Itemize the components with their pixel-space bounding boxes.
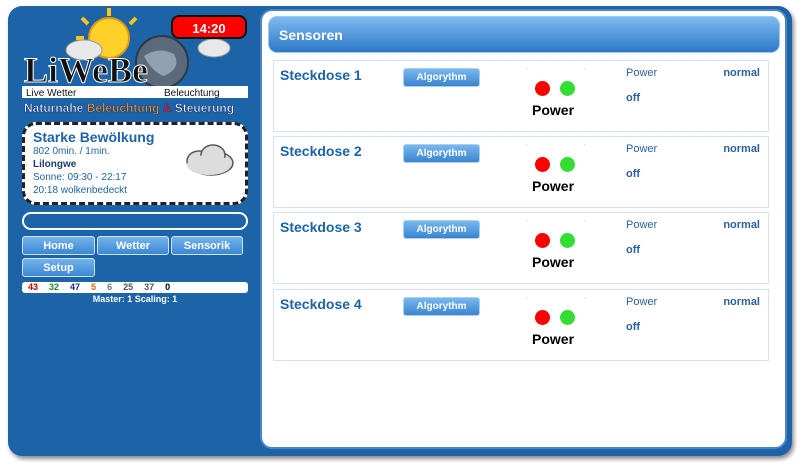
power-field-label: Power xyxy=(626,67,658,79)
logo-subtitle-left: Live Wetter xyxy=(26,88,77,99)
tagline-2: Beleuchtung xyxy=(87,101,160,115)
tagline-4: Steuerung xyxy=(175,101,234,115)
stat-value: 47 xyxy=(70,282,81,292)
stat-value: 5 xyxy=(91,282,97,292)
tick-mark: ' xyxy=(584,219,586,228)
sensor-name: Steckdose 3 xyxy=(280,219,362,235)
nav-setup-button[interactable]: Setup xyxy=(22,258,95,277)
master-info: Master: 1 Scaling: 1 xyxy=(92,294,178,304)
stat-value: 37 xyxy=(144,282,155,292)
sensor-name: Steckdose 4 xyxy=(280,296,362,312)
sensor-row: Steckdose 2 Algorythm ' ' Power Power no… xyxy=(273,136,769,208)
power-state: off xyxy=(626,92,641,104)
power-off-led-button[interactable] xyxy=(535,81,550,96)
cloud-icon xyxy=(186,144,234,176)
stat-value: 25 xyxy=(123,282,134,292)
power-on-led-button[interactable] xyxy=(560,233,575,248)
sensor-row: Steckdose 4 Algorythm ' ' Power Power no… xyxy=(273,289,769,361)
power-label: Power xyxy=(532,331,575,347)
power-label: Power xyxy=(532,178,575,194)
tick-mark: ' xyxy=(526,296,528,305)
stat-value: 0 xyxy=(165,282,171,292)
power-state: off xyxy=(626,168,641,180)
stat-value: 32 xyxy=(49,282,60,292)
power-status: normal xyxy=(723,296,760,308)
stat-value: 43 xyxy=(28,282,39,292)
tick-mark: ' xyxy=(526,143,528,152)
nav-wetter-button[interactable]: Wetter xyxy=(97,236,169,255)
tick-mark: ' xyxy=(584,296,586,305)
stat-value: 6 xyxy=(107,282,113,292)
power-off-led-button[interactable] xyxy=(535,233,550,248)
tagline-1: Naturnahe xyxy=(24,101,84,115)
power-status: normal xyxy=(723,219,760,231)
power-on-led-button[interactable] xyxy=(560,81,575,96)
power-status: normal xyxy=(723,143,760,155)
tick-mark: ' xyxy=(584,67,586,76)
status-bar xyxy=(22,212,248,230)
tick-mark: ' xyxy=(526,67,528,76)
nav-sensorik-button[interactable]: Sensorik xyxy=(171,236,243,255)
power-label: Power xyxy=(532,102,575,118)
sensor-row: Steckdose 3 Algorythm ' ' Power Power no… xyxy=(273,212,769,284)
power-state: off xyxy=(626,244,641,256)
algorithm-button[interactable]: Algorythm xyxy=(403,68,480,87)
sensor-row: Steckdose 1 Algorythm ' ' Power Power no… xyxy=(273,60,769,132)
power-on-led-button[interactable] xyxy=(560,310,575,325)
power-state: off xyxy=(626,321,641,333)
logo-text: LiWeBe xyxy=(24,50,148,90)
clock-display: 14:20 xyxy=(171,15,247,39)
logo-subtitle-right: Beleuchtung xyxy=(164,88,220,99)
algorithm-button[interactable]: Algorythm xyxy=(403,220,480,239)
main-title: Sensoren xyxy=(268,16,780,53)
sensor-name: Steckdose 2 xyxy=(280,143,362,159)
nav-home-button[interactable]: Home xyxy=(22,236,95,255)
weather-card: Starke Bewölkung 802 0min. / 1min. Lilon… xyxy=(22,122,248,205)
algorithm-button[interactable]: Algorythm xyxy=(403,297,480,316)
tick-mark: ' xyxy=(526,219,528,228)
power-field-label: Power xyxy=(626,219,658,231)
tick-mark: ' xyxy=(584,143,586,152)
power-off-led-button[interactable] xyxy=(535,310,550,325)
stats-bar: 43 32 47 5 6 25 37 0 xyxy=(22,282,248,293)
algorithm-button[interactable]: Algorythm xyxy=(403,144,480,163)
power-field-label: Power xyxy=(626,296,658,308)
tagline-3: & xyxy=(163,101,172,115)
power-status: normal xyxy=(723,67,760,79)
power-off-led-button[interactable] xyxy=(535,157,550,172)
power-field-label: Power xyxy=(626,143,658,155)
weather-forecast: 20:18 wolkenbedeckt xyxy=(33,185,127,196)
svg-text:Naturnahe Beleuchtung: Naturnahe Beleuchtung & Steuerung xyxy=(24,101,234,115)
power-on-led-button[interactable] xyxy=(560,157,575,172)
sensor-name: Steckdose 1 xyxy=(280,67,362,83)
power-label: Power xyxy=(532,254,575,270)
